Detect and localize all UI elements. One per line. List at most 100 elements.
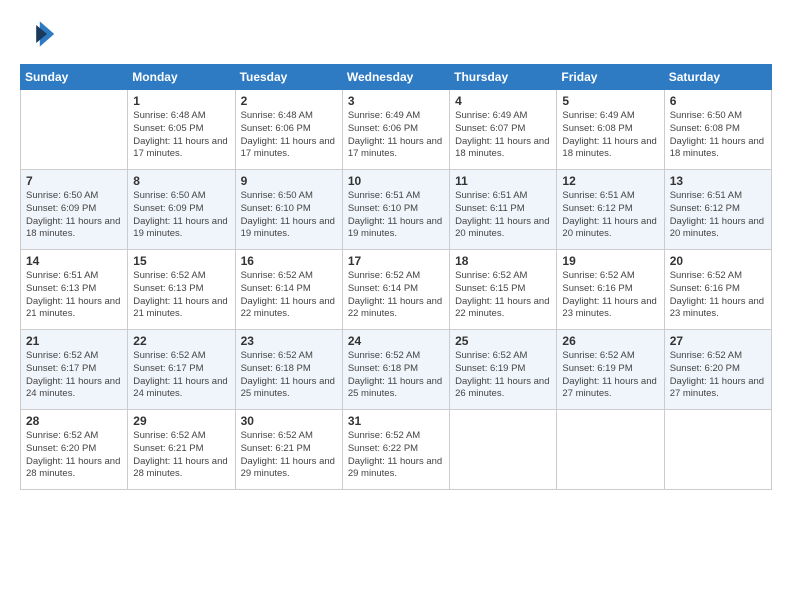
calendar-week-1: 1 Sunrise: 6:48 AM Sunset: 6:05 PM Daylig…	[21, 90, 772, 170]
day-number: 23	[241, 334, 337, 348]
day-number: 9	[241, 174, 337, 188]
day-number: 1	[133, 94, 229, 108]
calendar-cell: 21 Sunrise: 6:52 AM Sunset: 6:17 PM Dayli…	[21, 330, 128, 410]
day-number: 21	[26, 334, 122, 348]
weekday-header-friday: Friday	[557, 65, 664, 90]
day-info: Sunrise: 6:48 AM Sunset: 6:05 PM Dayligh…	[133, 110, 229, 161]
calendar-cell: 13 Sunrise: 6:51 AM Sunset: 6:12 PM Dayli…	[664, 170, 771, 250]
day-info: Sunrise: 6:52 AM Sunset: 6:17 PM Dayligh…	[26, 350, 122, 401]
calendar-cell: 3 Sunrise: 6:49 AM Sunset: 6:06 PM Daylig…	[342, 90, 449, 170]
calendar-table: SundayMondayTuesdayWednesdayThursdayFrid…	[20, 64, 772, 490]
day-info: Sunrise: 6:49 AM Sunset: 6:08 PM Dayligh…	[562, 110, 658, 161]
day-number: 4	[455, 94, 551, 108]
day-number: 18	[455, 254, 551, 268]
weekday-header-row: SundayMondayTuesdayWednesdayThursdayFrid…	[21, 65, 772, 90]
weekday-header-sunday: Sunday	[21, 65, 128, 90]
day-info: Sunrise: 6:52 AM Sunset: 6:16 PM Dayligh…	[562, 270, 658, 321]
calendar-cell: 30Sunrise: 6:52 AM Sunset: 6:21 PM Dayli…	[235, 410, 342, 490]
day-info: Sunrise: 6:49 AM Sunset: 6:06 PM Dayligh…	[348, 110, 444, 161]
day-number: 27	[670, 334, 766, 348]
day-number: 20	[670, 254, 766, 268]
day-number: 17	[348, 254, 444, 268]
calendar-cell: 27 Sunrise: 6:52 AM Sunset: 6:20 PM Dayli…	[664, 330, 771, 410]
day-info: Sunrise: 6:50 AM Sunset: 6:09 PM Dayligh…	[26, 190, 122, 241]
day-info: Sunrise: 6:52 AM Sunset: 6:18 PM Dayligh…	[348, 350, 444, 401]
calendar-cell	[664, 410, 771, 490]
calendar-week-4: 21 Sunrise: 6:52 AM Sunset: 6:17 PM Dayli…	[21, 330, 772, 410]
logo	[20, 16, 60, 52]
calendar-cell: 29 Sunrise: 6:52 AM Sunset: 6:21 PM Dayli…	[128, 410, 235, 490]
day-info: Sunrise: 6:52 AM Sunset: 6:15 PM Dayligh…	[455, 270, 551, 321]
calendar-cell	[557, 410, 664, 490]
calendar-cell: 14Sunrise: 6:51 AM Sunset: 6:13 PM Dayli…	[21, 250, 128, 330]
weekday-header-tuesday: Tuesday	[235, 65, 342, 90]
day-number: 16	[241, 254, 337, 268]
day-info: Sunrise: 6:52 AM Sunset: 6:20 PM Dayligh…	[670, 350, 766, 401]
day-number: 31	[348, 414, 444, 428]
logo-icon	[20, 16, 56, 52]
calendar-cell: 9 Sunrise: 6:50 AM Sunset: 6:10 PM Daylig…	[235, 170, 342, 250]
day-info: Sunrise: 6:50 AM Sunset: 6:09 PM Dayligh…	[133, 190, 229, 241]
day-number: 25	[455, 334, 551, 348]
calendar-cell: 10 Sunrise: 6:51 AM Sunset: 6:10 PM Dayli…	[342, 170, 449, 250]
calendar-cell: 26Sunrise: 6:52 AM Sunset: 6:19 PM Dayli…	[557, 330, 664, 410]
day-info: Sunrise: 6:52 AM Sunset: 6:13 PM Dayligh…	[133, 270, 229, 321]
calendar-cell: 12Sunrise: 6:51 AM Sunset: 6:12 PM Dayli…	[557, 170, 664, 250]
day-info: Sunrise: 6:52 AM Sunset: 6:16 PM Dayligh…	[670, 270, 766, 321]
calendar-cell: 7Sunrise: 6:50 AM Sunset: 6:09 PM Daylig…	[21, 170, 128, 250]
day-info: Sunrise: 6:52 AM Sunset: 6:19 PM Dayligh…	[455, 350, 551, 401]
day-number: 11	[455, 174, 551, 188]
day-info: Sunrise: 6:52 AM Sunset: 6:14 PM Dayligh…	[241, 270, 337, 321]
day-number: 24	[348, 334, 444, 348]
day-info: Sunrise: 6:50 AM Sunset: 6:08 PM Dayligh…	[670, 110, 766, 161]
day-info: Sunrise: 6:51 AM Sunset: 6:12 PM Dayligh…	[670, 190, 766, 241]
day-info: Sunrise: 6:50 AM Sunset: 6:10 PM Dayligh…	[241, 190, 337, 241]
day-number: 22	[133, 334, 229, 348]
calendar-week-5: 28Sunrise: 6:52 AM Sunset: 6:20 PM Dayli…	[21, 410, 772, 490]
day-info: Sunrise: 6:52 AM Sunset: 6:17 PM Dayligh…	[133, 350, 229, 401]
calendar-cell: 1 Sunrise: 6:48 AM Sunset: 6:05 PM Daylig…	[128, 90, 235, 170]
day-number: 12	[562, 174, 658, 188]
calendar-cell: 11 Sunrise: 6:51 AM Sunset: 6:11 PM Dayli…	[450, 170, 557, 250]
weekday-header-wednesday: Wednesday	[342, 65, 449, 90]
day-number: 5	[562, 94, 658, 108]
day-info: Sunrise: 6:51 AM Sunset: 6:11 PM Dayligh…	[455, 190, 551, 241]
day-info: Sunrise: 6:52 AM Sunset: 6:18 PM Dayligh…	[241, 350, 337, 401]
calendar-cell: 5 Sunrise: 6:49 AM Sunset: 6:08 PM Daylig…	[557, 90, 664, 170]
day-info: Sunrise: 6:49 AM Sunset: 6:07 PM Dayligh…	[455, 110, 551, 161]
day-number: 28	[26, 414, 122, 428]
day-info: Sunrise: 6:52 AM Sunset: 6:21 PM Dayligh…	[241, 430, 337, 481]
calendar-cell: 17 Sunrise: 6:52 AM Sunset: 6:14 PM Dayli…	[342, 250, 449, 330]
calendar-cell	[21, 90, 128, 170]
day-number: 13	[670, 174, 766, 188]
day-info: Sunrise: 6:51 AM Sunset: 6:10 PM Dayligh…	[348, 190, 444, 241]
day-number: 8	[133, 174, 229, 188]
day-info: Sunrise: 6:48 AM Sunset: 6:06 PM Dayligh…	[241, 110, 337, 161]
page: SundayMondayTuesdayWednesdayThursdayFrid…	[0, 0, 792, 612]
day-number: 29	[133, 414, 229, 428]
calendar-cell: 24 Sunrise: 6:52 AM Sunset: 6:18 PM Dayli…	[342, 330, 449, 410]
day-info: Sunrise: 6:52 AM Sunset: 6:21 PM Dayligh…	[133, 430, 229, 481]
calendar-cell: 18 Sunrise: 6:52 AM Sunset: 6:15 PM Dayli…	[450, 250, 557, 330]
calendar-cell: 22 Sunrise: 6:52 AM Sunset: 6:17 PM Dayli…	[128, 330, 235, 410]
day-number: 10	[348, 174, 444, 188]
day-info: Sunrise: 6:52 AM Sunset: 6:22 PM Dayligh…	[348, 430, 444, 481]
calendar-cell: 19 Sunrise: 6:52 AM Sunset: 6:16 PM Dayli…	[557, 250, 664, 330]
day-info: Sunrise: 6:52 AM Sunset: 6:14 PM Dayligh…	[348, 270, 444, 321]
calendar-cell: 2Sunrise: 6:48 AM Sunset: 6:06 PM Daylig…	[235, 90, 342, 170]
calendar-week-2: 7Sunrise: 6:50 AM Sunset: 6:09 PM Daylig…	[21, 170, 772, 250]
day-number: 6	[670, 94, 766, 108]
day-number: 19	[562, 254, 658, 268]
weekday-header-saturday: Saturday	[664, 65, 771, 90]
calendar-week-3: 14Sunrise: 6:51 AM Sunset: 6:13 PM Dayli…	[21, 250, 772, 330]
calendar-cell: 15Sunrise: 6:52 AM Sunset: 6:13 PM Dayli…	[128, 250, 235, 330]
day-number: 3	[348, 94, 444, 108]
day-info: Sunrise: 6:51 AM Sunset: 6:13 PM Dayligh…	[26, 270, 122, 321]
day-number: 26	[562, 334, 658, 348]
calendar-cell: 4 Sunrise: 6:49 AM Sunset: 6:07 PM Daylig…	[450, 90, 557, 170]
weekday-header-monday: Monday	[128, 65, 235, 90]
weekday-header-thursday: Thursday	[450, 65, 557, 90]
calendar-cell: 25 Sunrise: 6:52 AM Sunset: 6:19 PM Dayli…	[450, 330, 557, 410]
calendar-cell: 28Sunrise: 6:52 AM Sunset: 6:20 PM Dayli…	[21, 410, 128, 490]
calendar-cell: 31 Sunrise: 6:52 AM Sunset: 6:22 PM Dayli…	[342, 410, 449, 490]
